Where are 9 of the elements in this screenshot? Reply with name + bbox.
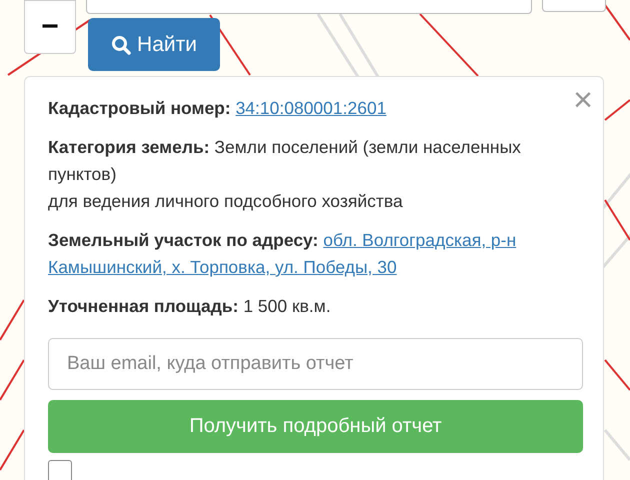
info-line: Уточненная площадь: 1 500 кв.м. — [48, 295, 332, 318]
search-button[interactable]: Найти — [88, 18, 220, 71]
info-line: для ведения личного подсобного хозяйства — [48, 190, 404, 213]
zoom-out-button[interactable]: − — [24, 0, 76, 54]
info-line[interactable]: Земельный участок по адресу: обл. Волгоградская, р-н Камышинский, х. Торповка, ул. Победы, 30 — [48, 227, 581, 281]
info-line: Категория земель: Земли поселений (земли населенных пунктов) — [48, 136, 522, 186]
consent-checkbox[interactable] — [48, 460, 72, 480]
search-icon — [111, 34, 132, 54]
email-field[interactable]: Ваш email, куда отправить отчет — [48, 338, 583, 390]
